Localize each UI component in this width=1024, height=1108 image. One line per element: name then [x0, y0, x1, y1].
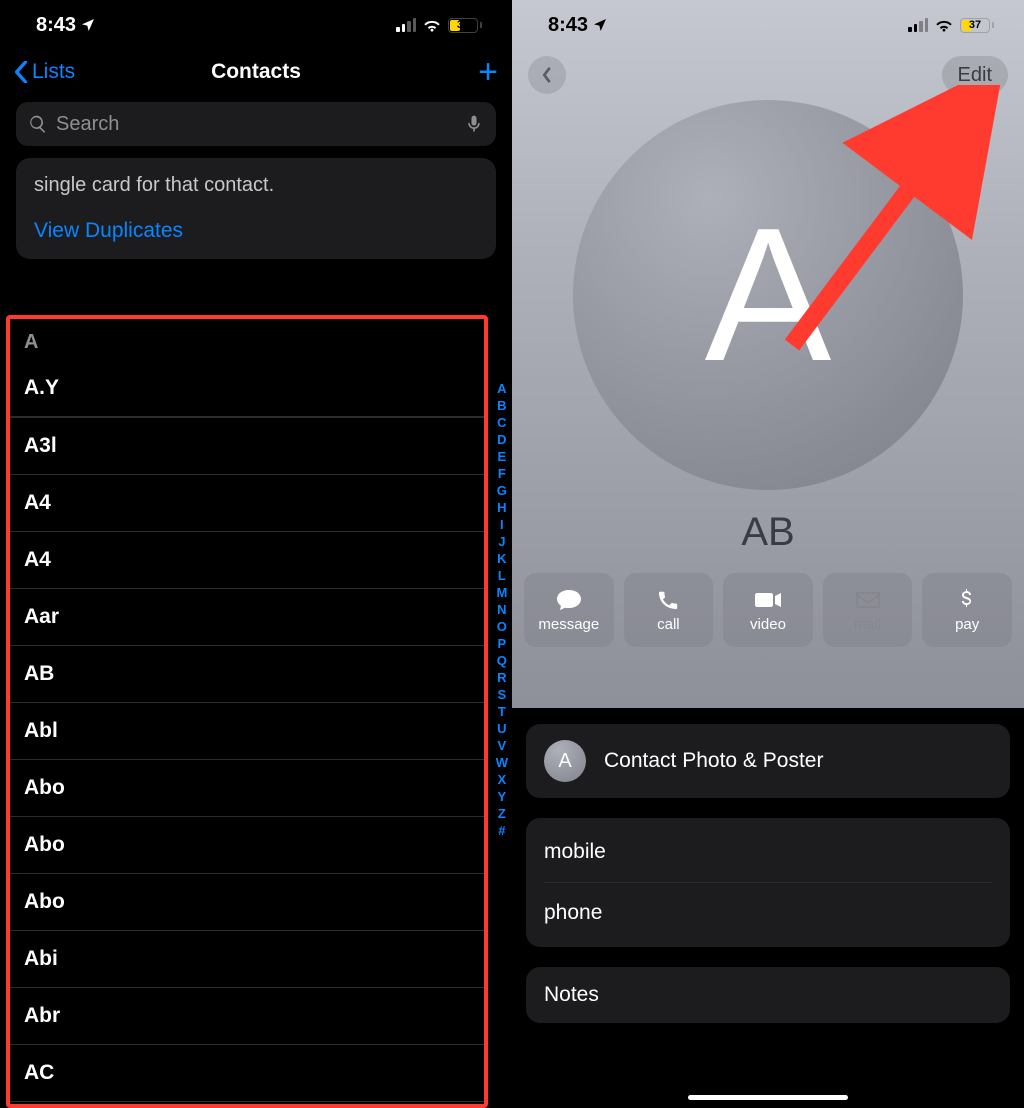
status-time: 8:43	[36, 14, 76, 37]
search-input[interactable]	[56, 113, 456, 136]
alpha-index-letter[interactable]: Q	[496, 652, 508, 669]
contact-row[interactable]: Abo	[10, 874, 484, 931]
video-button[interactable]: video	[723, 573, 813, 647]
battery-icon: 37	[960, 18, 994, 33]
view-duplicates-link[interactable]: View Duplicates	[34, 219, 478, 243]
message-button[interactable]: message	[524, 573, 614, 647]
alpha-index-letter[interactable]: T	[496, 703, 508, 720]
duplicates-card: single card for that contact. View Dupli…	[16, 158, 496, 259]
wifi-icon	[934, 18, 954, 32]
alpha-index-letter[interactable]: M	[496, 584, 508, 601]
contact-row[interactable]: Abr	[10, 988, 484, 1045]
contact-row[interactable]: AC	[10, 1045, 484, 1102]
alpha-index-letter[interactable]: X	[496, 771, 508, 788]
phone-fields-card: mobile phone	[526, 818, 1010, 947]
alpha-index[interactable]: ABCDEFGHIJKLMNOPQRSTUVWXYZ#	[496, 380, 508, 839]
mini-avatar: A	[544, 740, 586, 782]
contact-row[interactable]: A3l	[10, 417, 484, 475]
alpha-index-letter[interactable]: L	[496, 567, 508, 584]
section-header: A	[10, 325, 484, 360]
alpha-index-letter[interactable]: R	[496, 669, 508, 686]
photo-row-label: Contact Photo & Poster	[604, 749, 823, 773]
alpha-index-letter[interactable]: U	[496, 720, 508, 737]
alpha-index-letter[interactable]: A	[496, 380, 508, 397]
alpha-index-letter[interactable]: K	[496, 550, 508, 567]
phone-icon	[654, 588, 682, 612]
phone-field[interactable]: phone	[544, 883, 992, 943]
dollar-icon	[953, 588, 981, 612]
contact-row[interactable]: A.Y	[10, 360, 484, 417]
contact-detail-screen: 8:43 37 Edit A AB	[512, 0, 1024, 1108]
pay-button[interactable]: pay	[922, 573, 1012, 647]
page-title: Contacts	[0, 60, 512, 84]
contact-row[interactable]: Aar	[10, 589, 484, 646]
contact-row[interactable]: Abl	[10, 703, 484, 760]
action-row: message call video mail pay	[512, 555, 1024, 647]
alpha-index-letter[interactable]: V	[496, 737, 508, 754]
location-icon	[592, 17, 608, 33]
contact-row[interactable]: A4	[10, 475, 484, 532]
message-icon	[555, 588, 583, 612]
avatar[interactable]: A	[573, 100, 963, 490]
alpha-index-letter[interactable]: G	[496, 482, 508, 499]
mail-button: mail	[823, 573, 913, 647]
back-button[interactable]	[528, 56, 566, 94]
wifi-icon	[422, 18, 442, 32]
alpha-index-letter[interactable]: #	[496, 822, 508, 839]
alpha-index-letter[interactable]: Z	[496, 805, 508, 822]
location-icon	[80, 17, 96, 33]
status-bar: 8:43 37	[0, 0, 512, 50]
alpha-index-letter[interactable]: E	[496, 448, 508, 465]
duplicates-text: single card for that contact.	[34, 174, 478, 197]
notes-field[interactable]: Notes	[526, 967, 1010, 1023]
edit-button[interactable]: Edit	[942, 56, 1008, 94]
alpha-index-letter[interactable]: D	[496, 431, 508, 448]
search-icon	[28, 114, 48, 134]
contact-photo-poster-row[interactable]: A Contact Photo & Poster	[526, 724, 1010, 798]
microphone-icon[interactable]	[464, 114, 484, 134]
battery-icon: 37	[448, 18, 482, 33]
alpha-index-letter[interactable]: J	[496, 533, 508, 550]
video-icon	[754, 588, 782, 612]
search-field[interactable]	[16, 102, 496, 146]
contact-row[interactable]: A4	[10, 532, 484, 589]
status-bar: 8:43 37	[512, 0, 1024, 50]
call-button[interactable]: call	[624, 573, 714, 647]
detail-body: A Contact Photo & Poster mobile phone No…	[512, 708, 1024, 1108]
status-time: 8:43	[548, 14, 588, 37]
contacts-list-screen: 8:43 37 Lists Contacts + singl	[0, 0, 512, 1108]
alpha-index-letter[interactable]: O	[496, 618, 508, 635]
home-indicator[interactable]	[688, 1095, 848, 1100]
contact-row[interactable]: Abi	[10, 931, 484, 988]
alpha-index-letter[interactable]: W	[496, 754, 508, 771]
mobile-field[interactable]: mobile	[544, 822, 992, 883]
alpha-index-letter[interactable]: N	[496, 601, 508, 618]
contact-row[interactable]: AB	[10, 646, 484, 703]
alpha-index-letter[interactable]: I	[496, 516, 508, 533]
alpha-index-letter[interactable]: F	[496, 465, 508, 482]
contact-name: AB	[512, 510, 1024, 555]
contacts-list-highlight: A A.YA3lA4A4AarABAblAboAboAboAbiAbrAC	[6, 315, 488, 1108]
cell-signal-icon	[396, 18, 416, 32]
alpha-index-letter[interactable]: Y	[496, 788, 508, 805]
alpha-index-letter[interactable]: C	[496, 414, 508, 431]
cell-signal-icon	[908, 18, 928, 32]
contact-row[interactable]: Abo	[10, 760, 484, 817]
contact-row[interactable]: Abo	[10, 817, 484, 874]
nav-bar: Lists Contacts +	[0, 50, 512, 94]
alpha-index-letter[interactable]: B	[496, 397, 508, 414]
mail-icon	[854, 588, 882, 612]
detail-nav: Edit	[512, 50, 1024, 100]
alpha-index-letter[interactable]: S	[496, 686, 508, 703]
alpha-index-letter[interactable]: H	[496, 499, 508, 516]
alpha-index-letter[interactable]: P	[496, 635, 508, 652]
